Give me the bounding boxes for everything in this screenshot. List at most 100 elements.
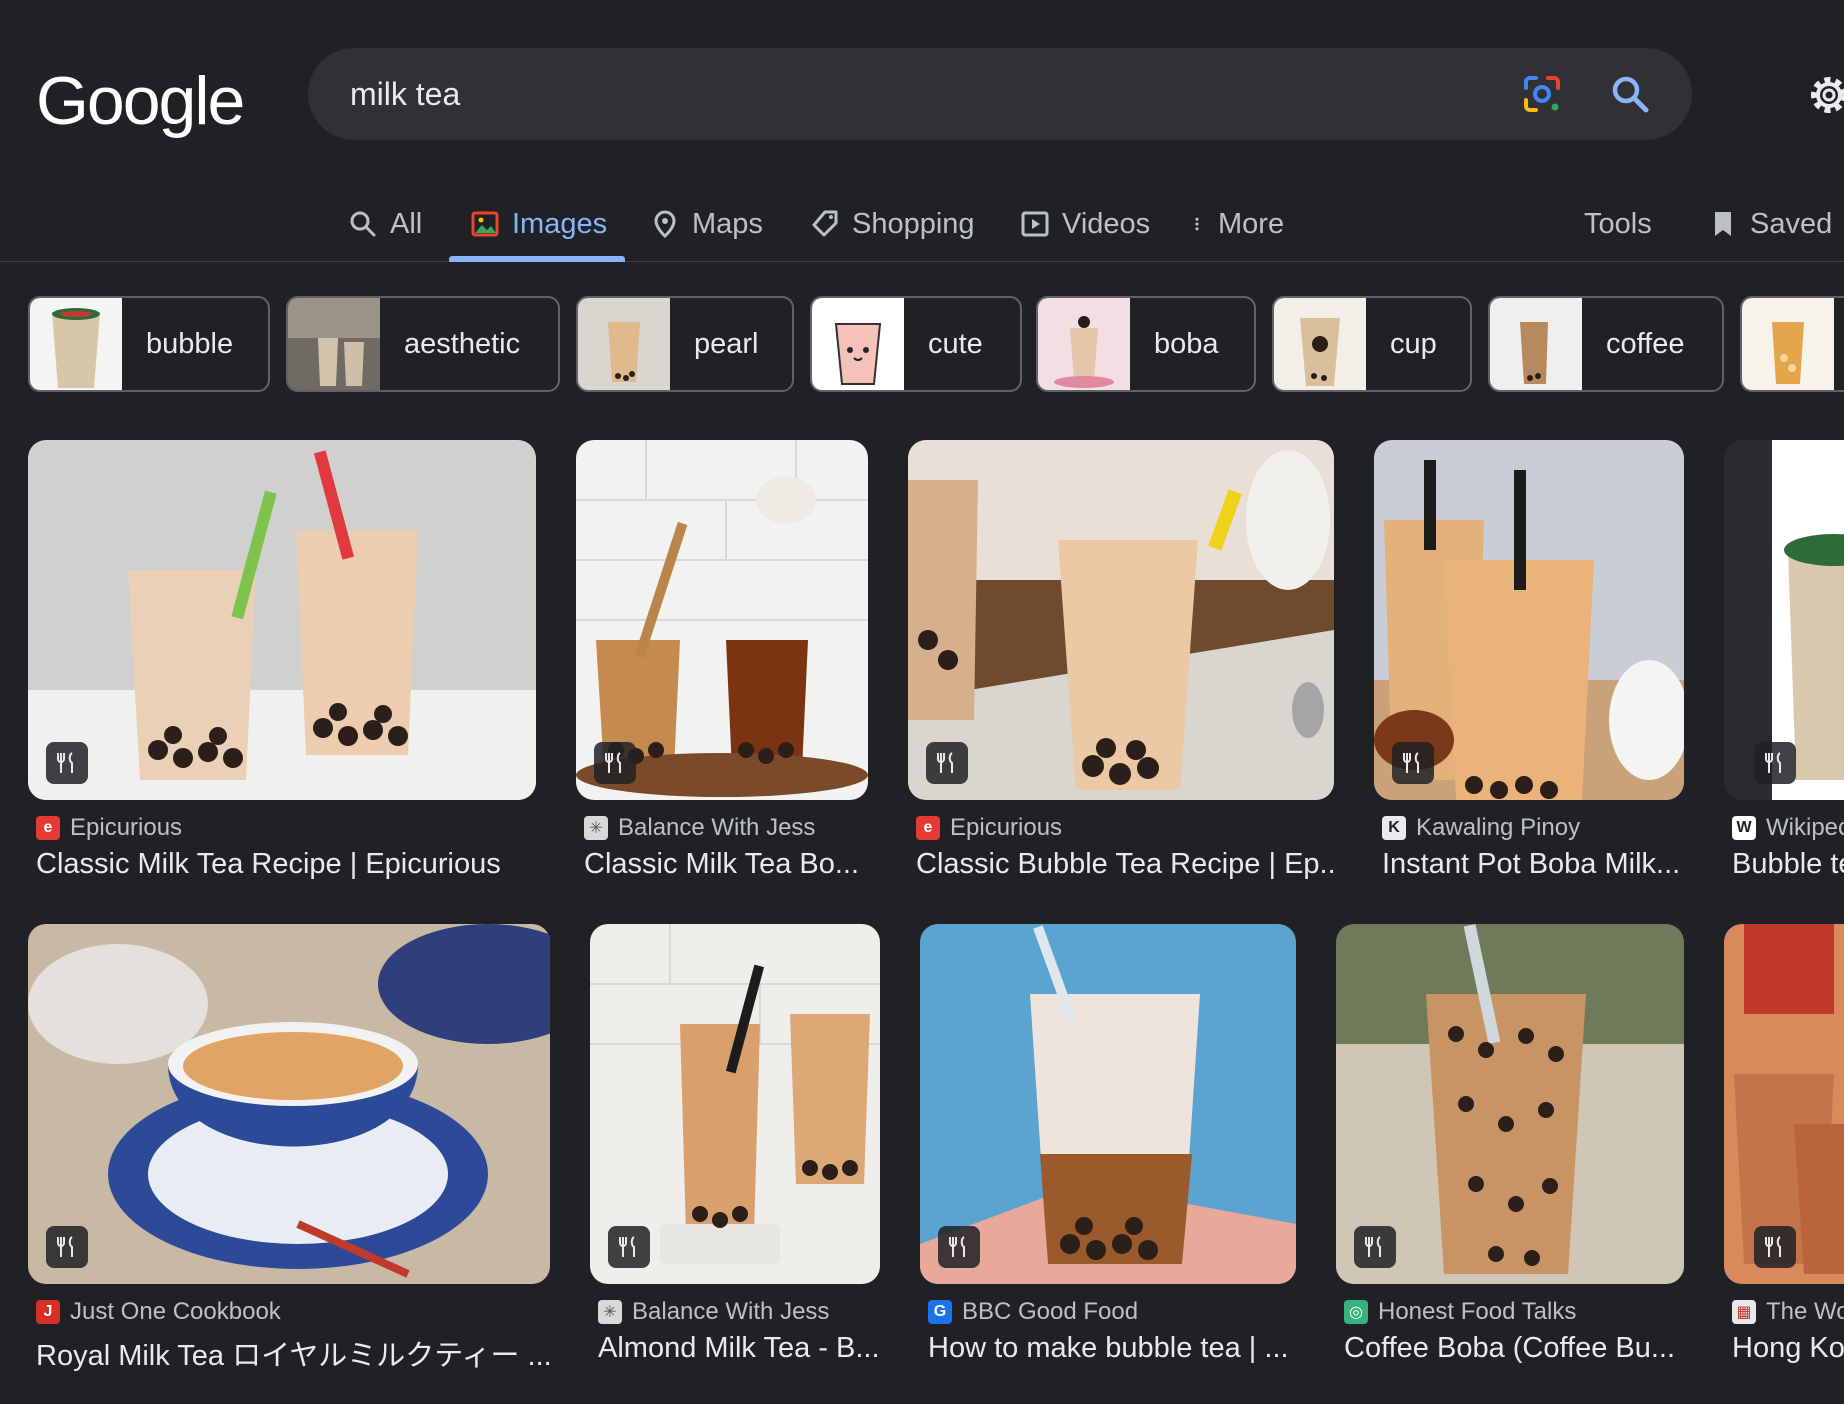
tab-all[interactable]: All [348,200,422,248]
google-lens-icon[interactable] [1520,72,1564,116]
chip-thumbnail [1742,298,1834,390]
result-source[interactable]: W Wikipec [1732,814,1844,842]
source-name: Wikipec [1766,814,1844,841]
result-source[interactable]: e Epicurious [36,814,182,842]
result-image[interactable] [576,440,868,800]
source-name: Balance With Jess [632,1298,830,1325]
search-icon [350,211,376,237]
tab-shopping[interactable]: Shopping [810,200,975,248]
result-source[interactable]: ✳ Balance With Jess [598,1298,829,1326]
tab-videos[interactable]: Videos [1020,200,1150,248]
result-image[interactable] [1374,440,1684,800]
result-title[interactable]: Instant Pot Boba Milk... [1382,848,1688,881]
chip-thumbnail [288,298,380,390]
recipe-icon [608,1226,650,1268]
recipe-icon [594,742,636,784]
play-icon [1021,211,1049,237]
header: Google All [0,0,1844,262]
chip-bubble[interactable]: bubble [28,296,270,392]
chip-thumbnail [1490,298,1582,390]
result-source[interactable]: J Just One Cookbook [36,1298,281,1326]
epicurious-favicon-icon: e [36,816,60,840]
recipe-icon [46,1226,88,1268]
result-source[interactable]: G BBC Good Food [928,1298,1138,1326]
result-title[interactable]: Coffee Boba (Coffee Bu... [1344,1332,1688,1365]
recipe-icon [1354,1226,1396,1268]
search-box[interactable] [308,48,1692,140]
chip-label: cup [1390,327,1437,360]
the-woks-of-life-favicon-icon: ▦ [1732,1300,1756,1324]
result-image[interactable] [1336,924,1684,1284]
result-image[interactable] [920,924,1296,1284]
result-source[interactable]: K Kawaling Pinoy [1382,814,1580,842]
result-image[interactable] [590,924,880,1284]
active-tab-indicator [449,256,625,262]
chip-cute[interactable]: cute [810,296,1022,392]
chip-label: coffee [1606,327,1685,360]
result-source[interactable]: ✳ Balance With Jess [584,814,815,842]
result-source[interactable]: ▦ The Wo [1732,1298,1844,1326]
more-vertical-icon [1195,217,1199,231]
google-logo[interactable]: Google [36,62,245,140]
source-name: Balance With Jess [618,814,816,841]
result-source[interactable]: ◎ Honest Food Talks [1344,1298,1576,1326]
chip-coffee[interactable]: coffee [1488,296,1724,392]
related-search-chips: bubble aesthetic pearl cute boba cup cof… [28,296,1844,392]
result-title[interactable]: Royal Milk Tea ロイヤルミルクティー ... [36,1332,550,1374]
recipe-icon [1392,742,1434,784]
result-image[interactable] [28,924,550,1284]
chip-label: cute [928,327,983,360]
tab-maps[interactable]: Maps [650,200,763,248]
gear-icon[interactable] [1804,70,1844,120]
result-title[interactable]: Almond Milk Tea - B... [598,1332,884,1365]
just-one-cookbook-favicon-icon: J [36,1300,60,1324]
chip-thumbnail [1274,298,1366,390]
kawaling-pinoy-favicon-icon: K [1382,816,1406,840]
source-name: Honest Food Talks [1378,1298,1577,1325]
saved-button[interactable]: Saved [1708,200,1832,248]
source-name: BBC Good Food [962,1298,1139,1325]
result-title[interactable]: Classic Milk Tea Recipe | Epicurious [36,848,536,881]
chip-cup[interactable]: cup [1272,296,1472,392]
source-name: Kawaling Pinoy [1416,814,1581,841]
recipe-icon [1754,1226,1796,1268]
tab-label: All [390,207,423,240]
result-title[interactable]: How to make bubble tea | ... [928,1332,1300,1365]
result-title[interactable]: Bubble te [1732,848,1844,881]
search-icon[interactable] [1608,72,1652,116]
balance-with-jess-favicon-icon: ✳ [598,1300,622,1324]
tab-images[interactable]: Images [470,200,607,248]
chip-thumbnail [30,298,122,390]
chip-boba[interactable]: boba [1036,296,1256,392]
tab-label: Images [512,207,608,240]
chip-more[interactable] [1740,296,1844,392]
recipe-icon [46,742,88,784]
search-tabs: All Images Maps Shopping Videos More Too… [0,186,1844,262]
chip-label: aesthetic [404,327,521,360]
result-title[interactable]: Hong Ko [1732,1332,1844,1365]
chip-aesthetic[interactable]: aesthetic [286,296,560,392]
chip-pearl[interactable]: pearl [576,296,794,392]
recipe-icon [938,1226,980,1268]
tab-label: Videos [1062,207,1151,240]
result-image[interactable] [28,440,536,800]
result-image[interactable] [908,440,1334,800]
tools-button[interactable]: Tools [1584,200,1652,248]
honest-food-talks-favicon-icon: ◎ [1344,1300,1368,1324]
result-image[interactable] [1724,924,1844,1284]
tab-label: More [1218,207,1285,240]
tab-label: Maps [692,207,763,240]
tab-more[interactable]: More [1188,200,1284,248]
source-name: Just One Cookbook [70,1298,281,1325]
source-name: The Wo [1766,1298,1844,1325]
result-title[interactable]: Classic Bubble Tea Recipe | Ep... [916,848,1336,881]
balance-with-jess-favicon-icon: ✳ [584,816,608,840]
search-input[interactable] [350,70,1450,118]
result-title[interactable]: Classic Milk Tea Bo... [584,848,874,881]
chip-label: bubble [146,327,234,360]
image-icon [471,211,499,237]
source-name: Epicurious [950,814,1063,841]
chip-label: boba [1154,327,1219,360]
result-source[interactable]: e Epicurious [916,814,1062,842]
result-image[interactable] [1724,440,1844,800]
